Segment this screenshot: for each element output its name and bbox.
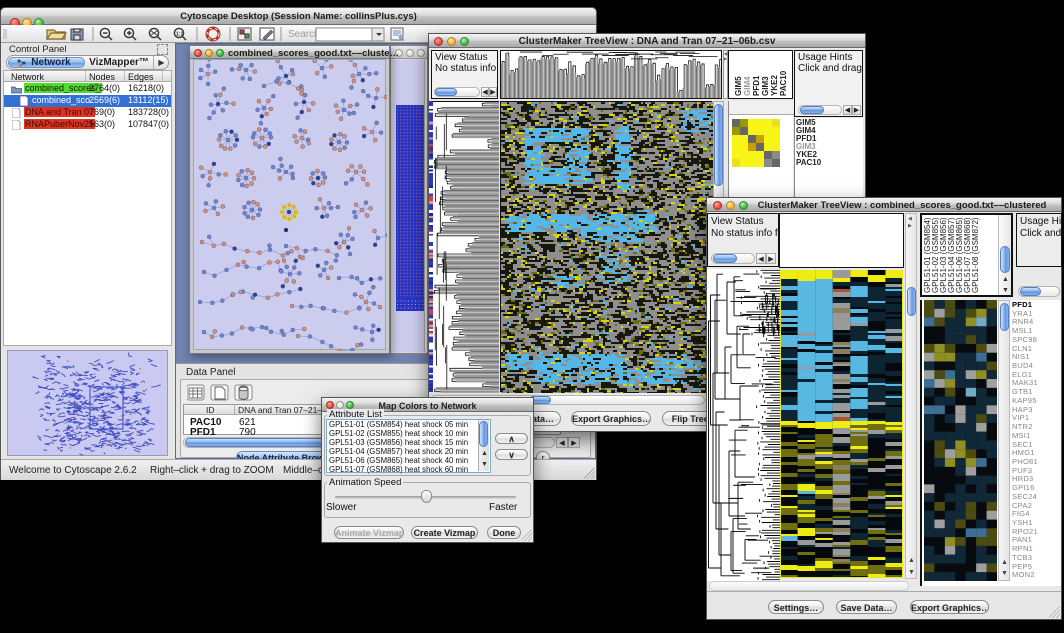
svg-text:PAC10: PAC10 — [779, 70, 788, 96]
svg-text:GIM4: GIM4 — [743, 76, 752, 96]
svg-text:GIM5: GIM5 — [734, 76, 743, 96]
svg-text:GIM3: GIM3 — [761, 76, 770, 96]
svg-text:GPL51-08 (GSM872): GPL51-08 (GSM872) — [971, 217, 980, 293]
svg-text:PFD1: PFD1 — [752, 75, 761, 96]
svg-text:1:1: 1:1 — [176, 32, 183, 38]
svg-text:YKE2: YKE2 — [770, 75, 779, 96]
